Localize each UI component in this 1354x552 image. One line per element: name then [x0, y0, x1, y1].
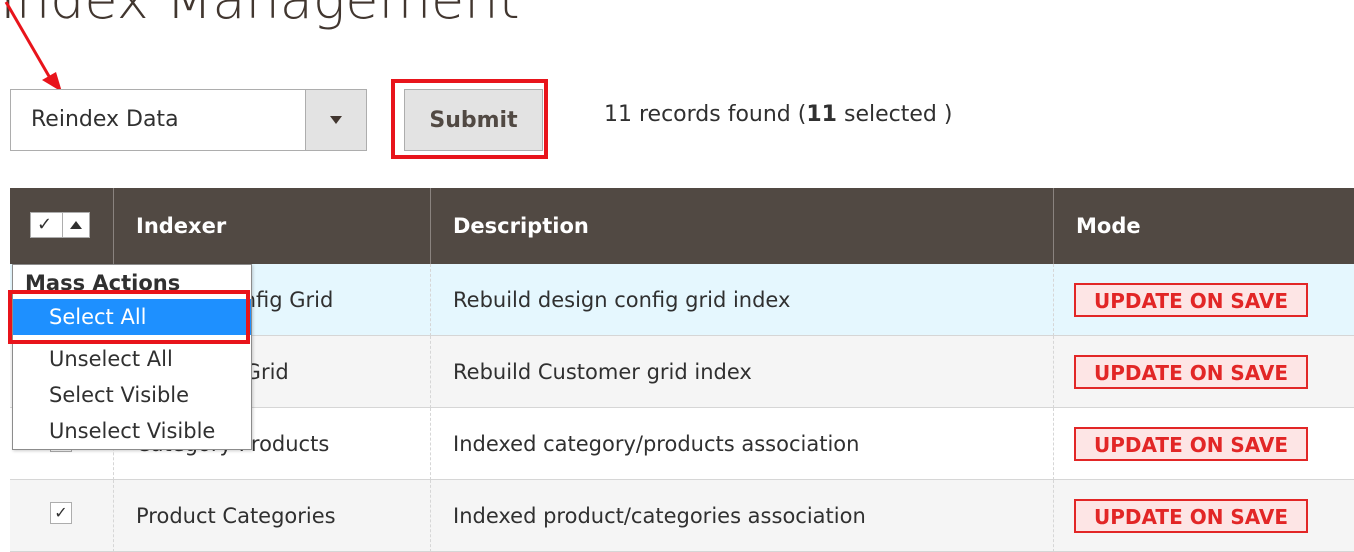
- row-checkbox[interactable]: ✓: [50, 502, 72, 524]
- checkmark-icon: ✓: [37, 214, 53, 235]
- menu-item-unselect-all[interactable]: Unselect All: [13, 341, 251, 377]
- action-select-toggle[interactable]: [305, 90, 366, 150]
- mode-cell: UPDATE ON SAVE: [1054, 408, 1354, 480]
- caret-up-icon[interactable]: [62, 213, 89, 237]
- mode-cell: UPDATE ON SAVE: [1054, 480, 1354, 552]
- menu-item-select-visible[interactable]: Select Visible: [13, 377, 251, 413]
- selected-count: 11: [806, 102, 837, 127]
- column-header-description[interactable]: Description: [431, 188, 1054, 264]
- mode-badge: UPDATE ON SAVE: [1074, 499, 1309, 533]
- description-cell: Indexed category/products association: [431, 408, 1054, 480]
- records-prefix: 11 records found (: [604, 102, 807, 127]
- grid-header: ✓ Indexer Description Mode: [10, 188, 1354, 264]
- mass-action-checkbox[interactable]: ✓: [30, 212, 90, 238]
- submit-button[interactable]: Submit: [404, 89, 543, 151]
- select-all-annotation-box: [8, 290, 250, 344]
- description-cell: Indexed product/categories association: [431, 480, 1054, 552]
- mode-badge: UPDATE ON SAVE: [1074, 355, 1309, 389]
- description-cell: Rebuild Customer grid index: [431, 336, 1054, 408]
- mass-select-column: ✓: [10, 188, 114, 264]
- mode-badge: UPDATE ON SAVE: [1074, 427, 1309, 461]
- action-select[interactable]: Reindex Data: [10, 89, 367, 151]
- description-cell: Rebuild design config grid index: [431, 264, 1054, 336]
- records-found: 11 records found (11 selected ): [604, 102, 952, 127]
- table-row[interactable]: ✓ Product Categories Indexed product/cat…: [10, 480, 1354, 552]
- indexer-cell: Product Categories: [114, 480, 431, 552]
- red-arrow-icon: [4, 1, 62, 92]
- action-select-value: Reindex Data: [31, 107, 179, 132]
- column-header-mode[interactable]: Mode: [1054, 188, 1354, 264]
- row-select-cell: ✓: [10, 480, 114, 552]
- records-suffix: selected ): [836, 102, 953, 127]
- chevron-down-icon: [330, 116, 342, 124]
- mode-cell: UPDATE ON SAVE: [1054, 264, 1354, 336]
- column-header-indexer[interactable]: Indexer: [114, 188, 431, 264]
- mode-cell: UPDATE ON SAVE: [1054, 336, 1354, 408]
- menu-item-unselect-visible[interactable]: Unselect Visible: [13, 413, 251, 449]
- mode-badge: UPDATE ON SAVE: [1074, 283, 1309, 317]
